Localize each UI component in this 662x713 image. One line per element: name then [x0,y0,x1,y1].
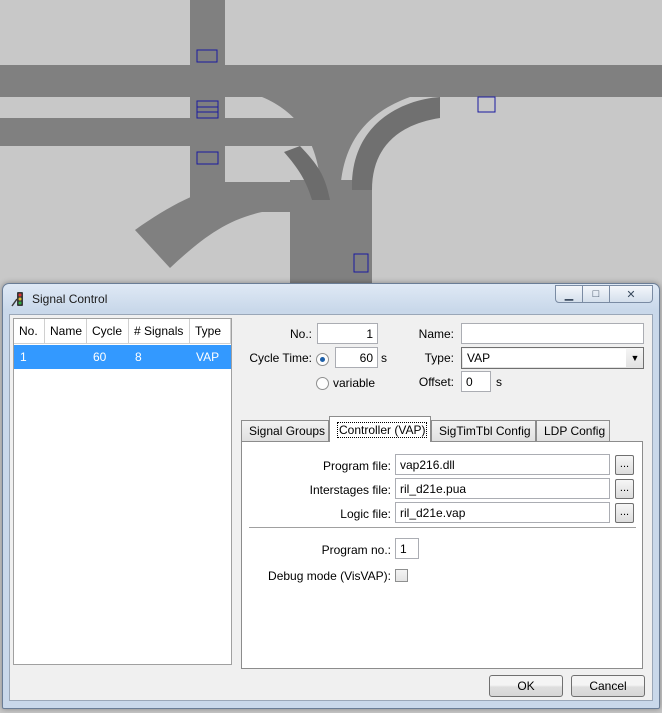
interstages-file-label: Interstages file: [309,483,391,497]
dropdown-arrow-icon: ▼ [630,353,640,363]
program-file-input[interactable]: vap216.dll [395,454,610,475]
column-header-no[interactable]: No. [14,319,45,344]
type-select[interactable]: VAP ▼ [461,347,644,369]
tab-sigtimtbl-config[interactable]: SigTimTbl Config [431,420,536,441]
column-header-name[interactable]: Name [45,319,87,344]
cell-no: 1 [20,350,27,364]
separator [249,527,636,529]
program-no-input[interactable]: 1 [395,538,419,559]
minimize-icon[interactable]: ▁ [555,285,583,303]
signal-control-dialog: Signal Control ▁ □ ✕ No. Name Cycle # Si… [2,283,660,709]
column-header-cycle[interactable]: Cycle [87,319,129,344]
window-controls: ▁ □ ✕ [555,285,653,303]
interstages-file-input[interactable]: ril_d21e.pua [395,478,610,499]
cell-cycle: 60 [93,350,107,364]
tab-signal-groups[interactable]: Signal Groups [241,420,329,441]
offset-input[interactable]: 0 [461,371,491,392]
cycle-time-label: Cycle Time: [249,351,312,365]
column-header-type[interactable]: Type [190,319,231,344]
dialog-client-area: No. Name Cycle # Signals Type 1 60 8 VAP… [9,314,653,701]
link-north-vertical[interactable] [190,0,225,200]
program-file-browse-button[interactable]: ... [615,455,634,475]
link-east-west-lower[interactable] [0,118,330,146]
no-label: No.: [289,327,312,341]
maximize-icon[interactable]: □ [582,285,610,303]
name-input[interactable] [461,323,644,344]
list-header: No. Name Cycle # Signals Type [14,319,231,344]
cancel-button[interactable]: Cancel [571,675,645,697]
interstages-file-browse-button[interactable]: ... [615,479,634,499]
type-selected-value: VAP [463,349,626,367]
close-icon[interactable]: ✕ [609,285,653,303]
name-label: Name: [418,327,454,341]
table-row[interactable]: 1 60 8 VAP [14,345,231,369]
title-bar[interactable]: Signal Control ▁ □ ✕ [3,284,659,314]
ok-button[interactable]: OK [489,675,563,697]
cycle-time-input[interactable]: 60 [335,347,378,368]
cycle-time-fixed-radio[interactable] [316,353,329,366]
link-east-west-upper[interactable] [0,65,662,97]
no-input[interactable]: 1 [317,323,378,344]
window-title: Signal Control [32,292,108,306]
tab-controller-vap[interactable]: Controller (VAP) [329,416,431,442]
cell-name [45,345,87,369]
logic-file-input[interactable]: ril_d21e.vap [395,502,610,523]
cell-type: VAP [196,350,220,364]
program-file-label: Program file: [322,459,391,473]
column-header-signals[interactable]: # Signals [129,319,190,344]
offset-label: Offset: [418,375,454,389]
logic-file-label: Logic file: [340,507,391,521]
logic-file-browse-button[interactable]: ... [615,503,634,523]
debug-mode-checkbox[interactable] [395,569,408,582]
variable-label: variable [333,376,376,390]
type-label: Type: [424,351,454,365]
tab-ldp-config[interactable]: LDP Config [536,420,610,441]
program-no-label: Program no.: [321,543,391,557]
cycle-unit-label: s [381,351,387,365]
traffic-light-icon [11,292,23,307]
cycle-time-variable-radio[interactable] [316,377,329,390]
tab-controller-vap-label: Controller (VAP) [337,421,428,438]
signal-controller-list[interactable]: No. Name Cycle # Signals Type 1 60 8 VAP [13,318,232,665]
cell-signals: 8 [135,350,142,364]
controller-vap-panel: Program file: vap216.dll ... Interstages… [241,441,643,669]
debug-mode-label: Debug mode (VisVAP): [268,569,391,583]
offset-unit-label: s [496,375,502,389]
